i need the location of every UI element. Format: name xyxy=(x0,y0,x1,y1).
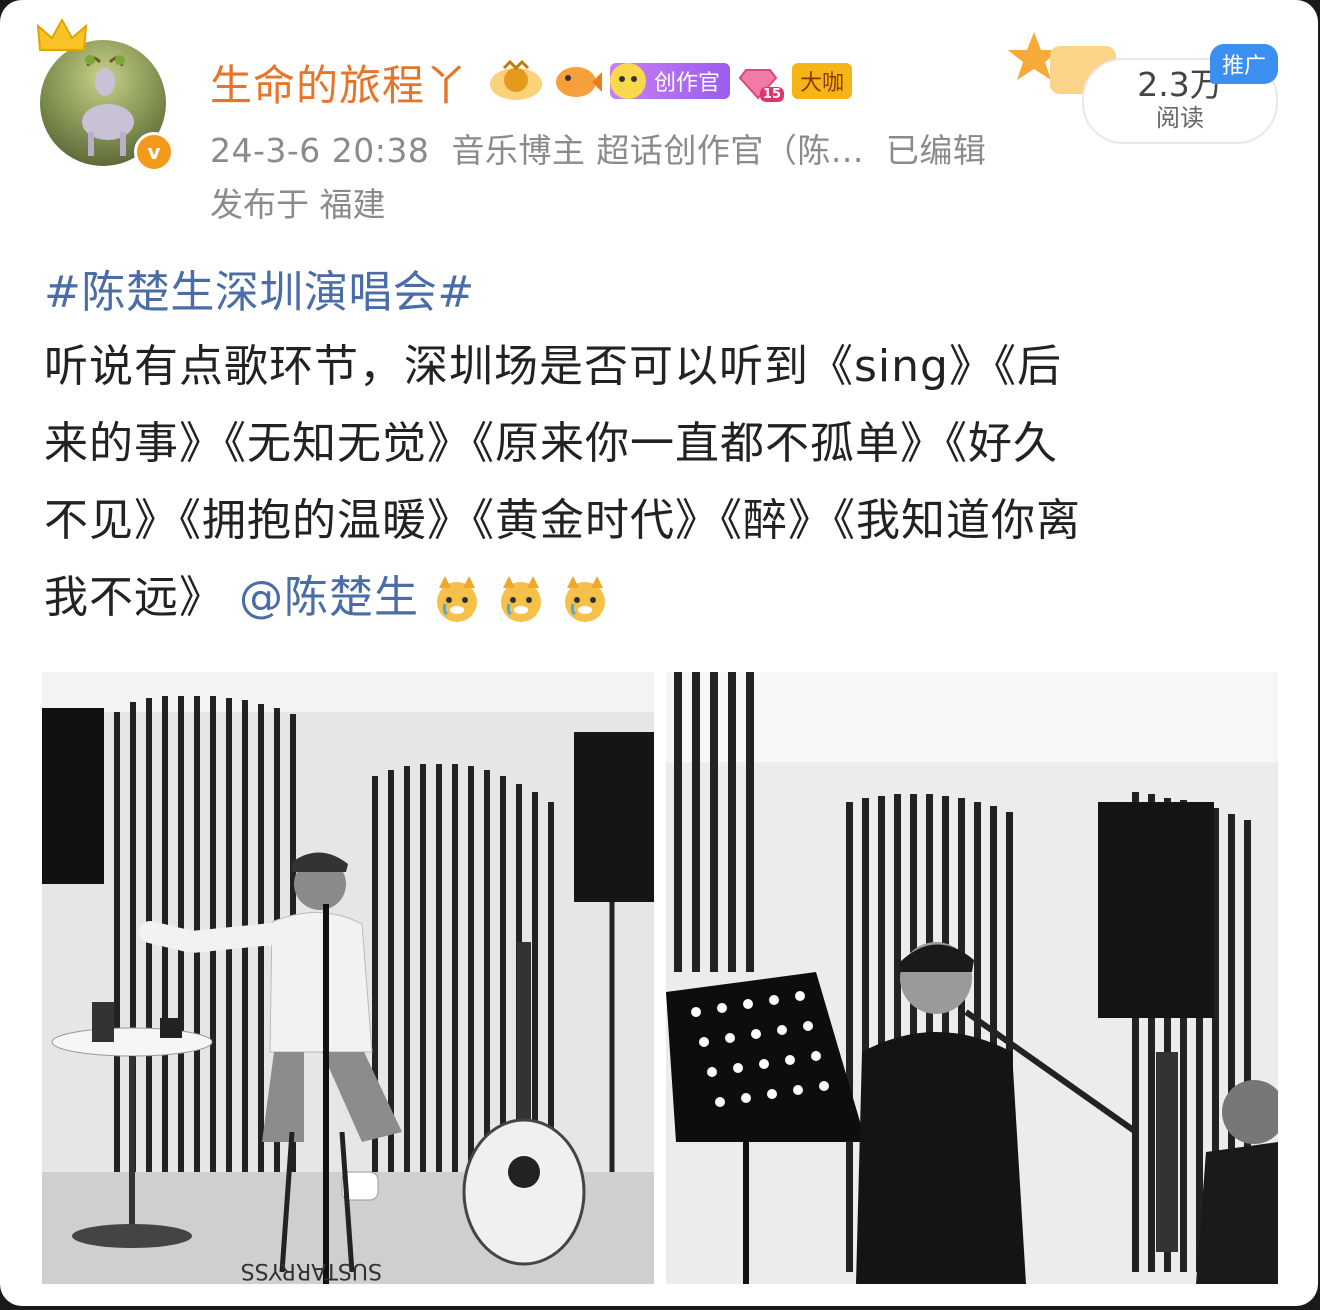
post-content: 听说有点歌环节，深圳场是否可以听到《sing》《后 来的事》《无知无觉》《原来你… xyxy=(44,328,1284,636)
level-badge[interactable]: 15 xyxy=(738,60,785,102)
fish-icon[interactable] xyxy=(552,60,602,102)
level-number: 15 xyxy=(759,87,785,102)
crown-icon xyxy=(36,17,88,51)
content-last-text: 我不远》 xyxy=(44,572,224,623)
content-line: 听说有点歌环节，深圳场是否可以听到《sing》《后 xyxy=(44,341,1062,392)
post-time: 24-3-6 20:38 xyxy=(210,131,430,170)
verified-v-icon: v xyxy=(134,132,174,172)
creator-badge-label: 创作官 xyxy=(654,71,721,96)
content-line-last: 我不远》 @陈楚生 xyxy=(44,559,1284,636)
mention-link[interactable]: @陈楚生 xyxy=(239,572,419,623)
concert-photo-guitarist: SUSTARRYSS xyxy=(42,672,654,1284)
avatar[interactable]: v xyxy=(36,17,174,172)
promote-button[interactable]: 推广 xyxy=(1210,44,1278,84)
post-photo-1[interactable]: SUSTARRYSS xyxy=(42,672,654,1284)
weibo-post-card: v 生命的旅程丫 创作官 15 大咖 24-3-6 20:38 音乐博主 超话创… xyxy=(0,0,1318,1306)
user-role[interactable]: 音乐博主 超话创作官（陈... xyxy=(451,131,863,170)
daka-badge[interactable]: 大咖 xyxy=(792,63,853,99)
crying-doge-emoji xyxy=(437,576,477,622)
concert-photo-singer xyxy=(666,672,1278,1284)
user-badges: 创作官 15 大咖 xyxy=(488,60,853,102)
svg-text:SUSTARRYSS: SUSTARRYSS xyxy=(241,1258,382,1283)
edited-label[interactable]: 已编辑 xyxy=(886,131,987,170)
post-meta: 24-3-6 20:38 音乐博主 超话创作官（陈... 已编辑 xyxy=(210,124,1008,172)
medal-icon[interactable] xyxy=(488,60,544,102)
crying-doge-emoji xyxy=(565,576,605,622)
post-location: 发布于 福建 xyxy=(210,185,386,224)
content-line: 来的事》《无知无觉》《原来你一直都不孤单》《好久 xyxy=(44,418,1058,469)
post-photo-2[interactable] xyxy=(666,672,1278,1284)
crying-doge-emoji xyxy=(501,576,541,622)
content-line: 不见》《拥抱的温暖》《黄金时代》《醉》《我知道你离 xyxy=(44,495,1081,546)
read-count-label: 阅读 xyxy=(1156,104,1204,132)
creator-badge[interactable]: 创作官 xyxy=(610,63,731,99)
username[interactable]: 生命的旅程丫 xyxy=(210,52,468,113)
creator-mascot-icon xyxy=(610,63,646,99)
topic-link[interactable]: #陈楚生深圳演唱会# xyxy=(44,256,475,320)
